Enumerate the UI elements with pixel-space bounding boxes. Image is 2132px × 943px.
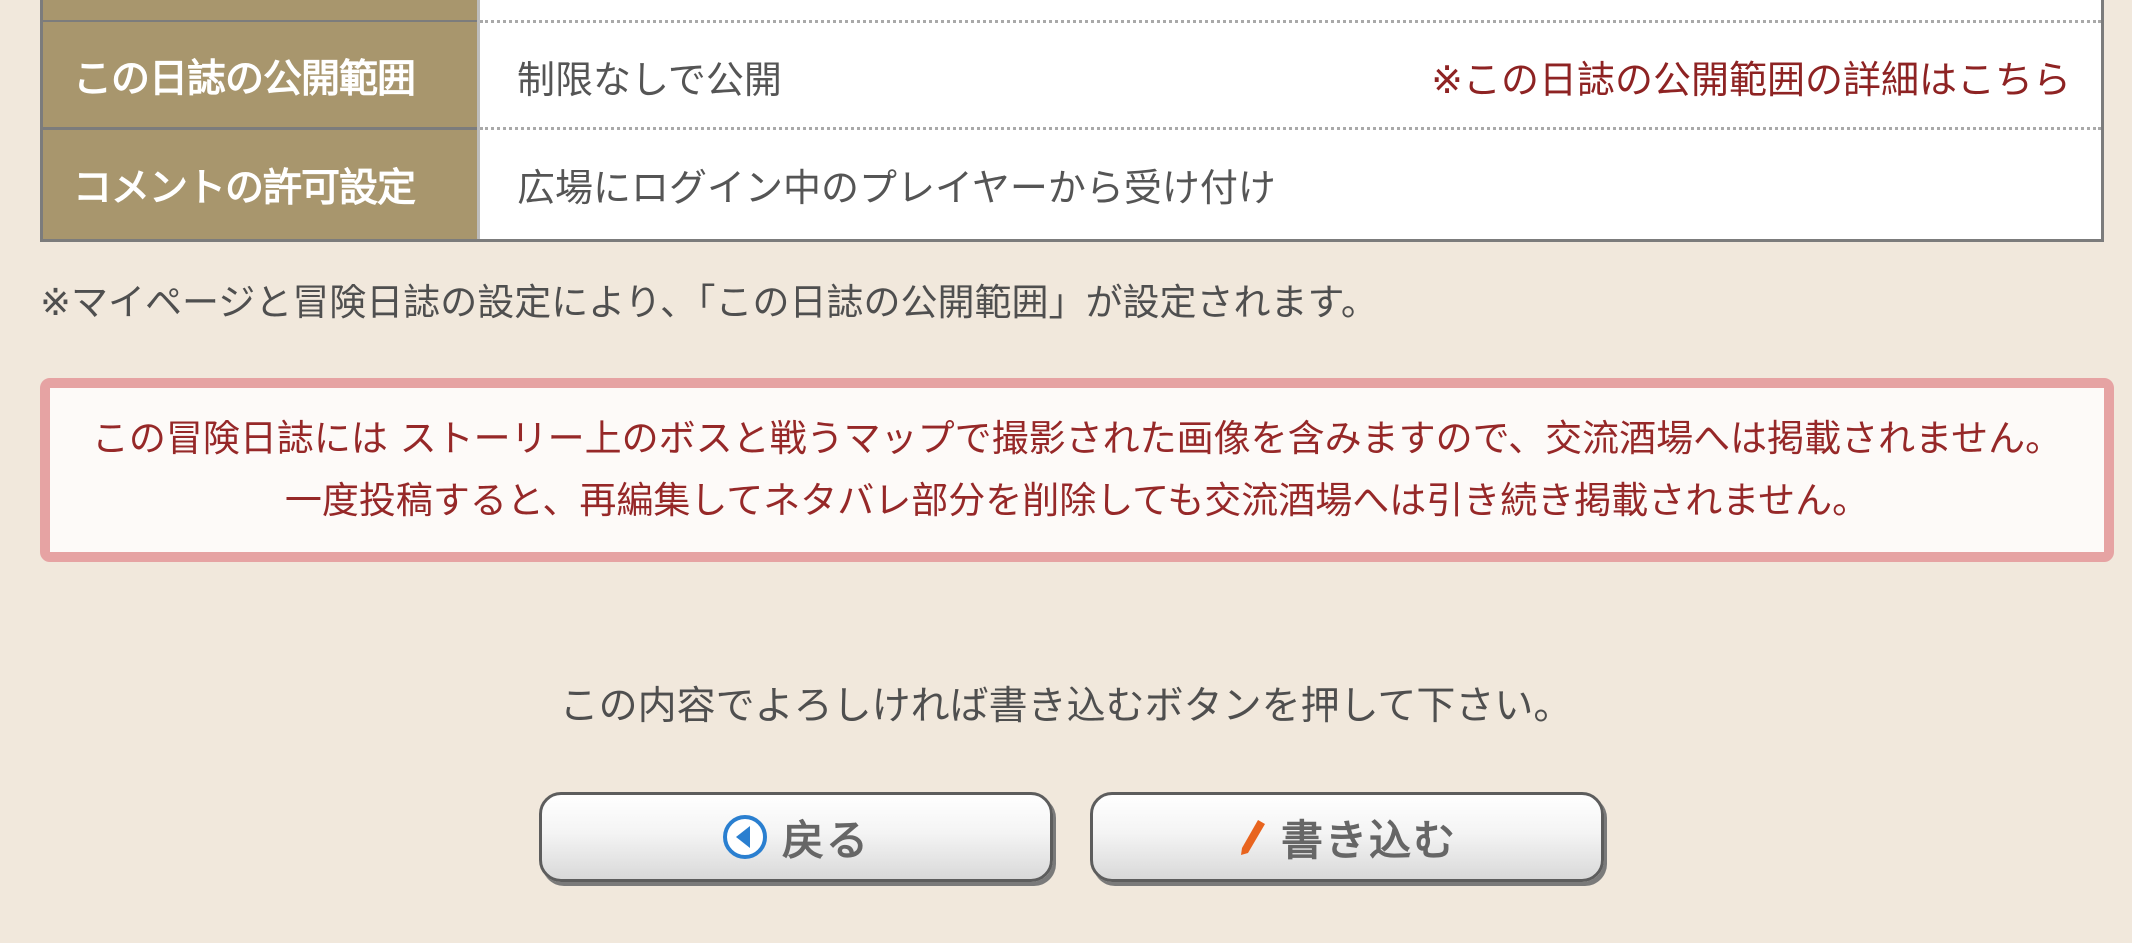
comment-value: 広場にログイン中のプレイヤーから受け付け <box>517 166 1276 210</box>
comment-label: コメントの許可設定 <box>43 130 477 239</box>
back-arrow-icon <box>722 814 768 860</box>
warning-line-2: 一度投稿すると、再編集してネタバレ部分を削除しても交流酒場へは引き続き掲載されま… <box>284 479 1870 522</box>
pencil-icon <box>1237 817 1267 857</box>
warning-line-1: この冒険日誌には ストーリー上のボスと戦うマップで撮影された画像を含みますので、… <box>91 417 2063 460</box>
scope-value: 制限なしで公開 <box>517 57 782 102</box>
write-button[interactable]: 書き込む <box>1090 792 1604 882</box>
write-button-label: 書き込む <box>1280 815 1457 865</box>
scope-detail-link[interactable]: ※この日誌の公開範囲の詳細はこちら <box>1431 49 2071 104</box>
scope-value-cell: 制限なしで公開 ※この日誌の公開範囲の詳細はこちら <box>480 22 2101 130</box>
settings-note: ※マイページと冒険日誌の設定により、「この日誌の公開範囲」が設定されます。 <box>40 281 1378 324</box>
settings-row-previous-header <box>43 0 477 22</box>
settings-row-scope: この日誌の公開範囲 制限なしで公開 ※この日誌の公開範囲の詳細はこちら <box>43 22 2101 130</box>
settings-row-previous-value <box>480 0 2101 22</box>
settings-row-comment: コメントの許可設定 広場にログイン中のプレイヤーから受け付け <box>43 130 2101 239</box>
confirm-instruction: この内容でよろしければ書き込むボタンを押して下さい。 <box>559 684 1573 729</box>
back-button[interactable]: 戻る <box>539 792 1053 882</box>
settings-table: この日誌の公開範囲 制限なしで公開 ※この日誌の公開範囲の詳細はこちら コメント… <box>40 0 2104 242</box>
comment-value-cell: 広場にログイン中のプレイヤーから受け付け <box>480 130 2101 239</box>
back-button-label: 戻る <box>781 815 870 865</box>
settings-row-previous <box>43 0 2101 22</box>
scope-label: この日誌の公開範囲 <box>43 22 477 130</box>
spoiler-warning-box: この冒険日誌には ストーリー上のボスと戦うマップで撮影された画像を含みますので、… <box>40 378 2114 562</box>
